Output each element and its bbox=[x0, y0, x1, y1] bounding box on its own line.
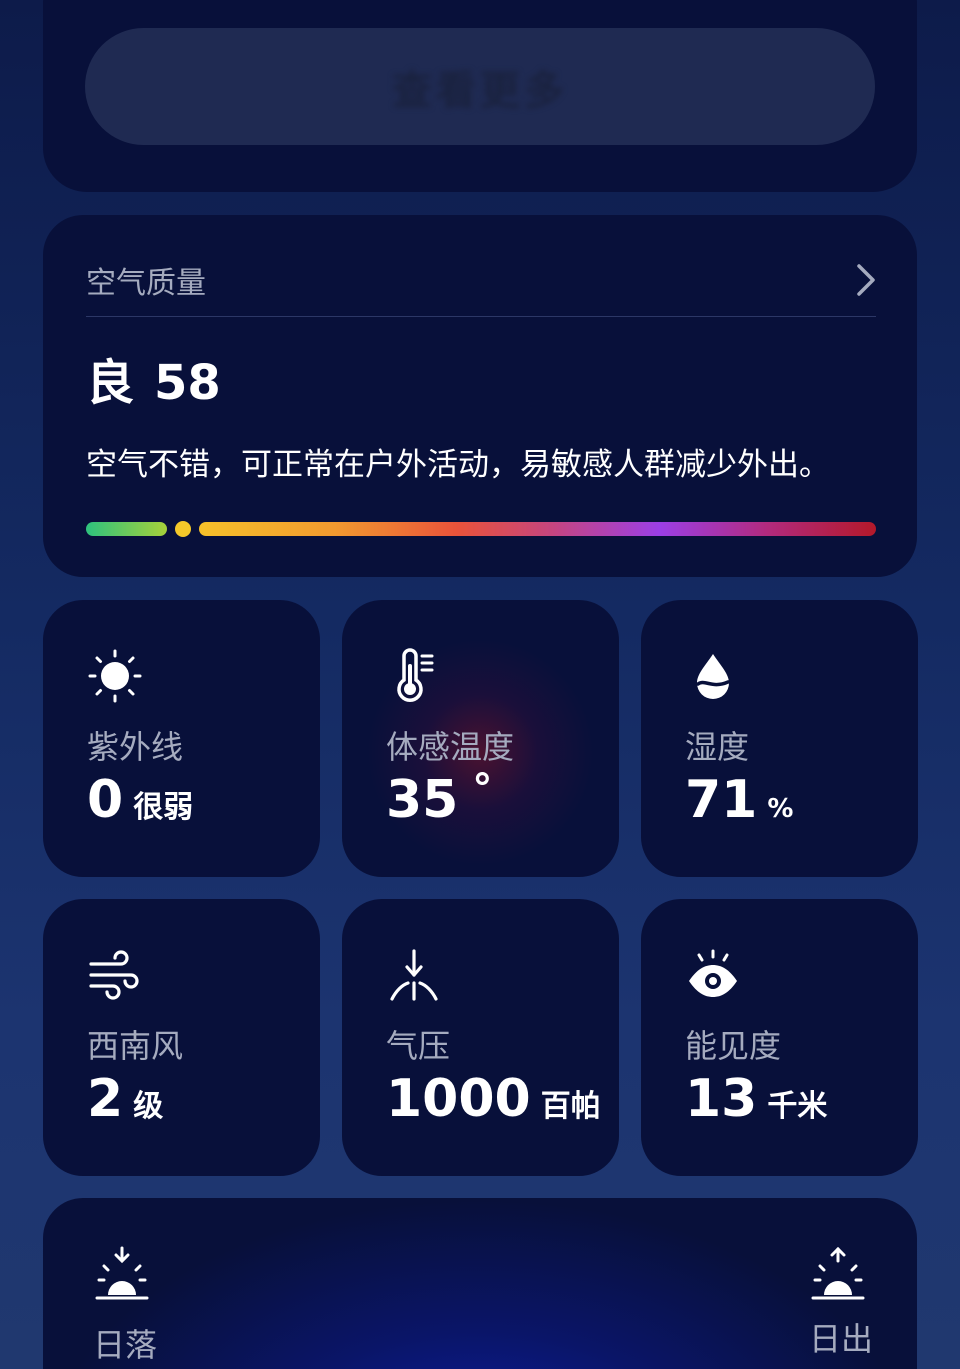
more-button-label: 查看更多 bbox=[392, 67, 568, 114]
pressure-label: 气压 bbox=[386, 1027, 451, 1065]
pressure-unit: 百帕 bbox=[540, 1089, 601, 1124]
pressure-tile[interactable]: 气压 1000 百帕 bbox=[342, 899, 619, 1176]
wind-value-row: 2 级 bbox=[87, 1069, 163, 1129]
feels-like-value: 35 bbox=[386, 770, 459, 830]
sun-card[interactable]: 日落 日出 bbox=[43, 1198, 917, 1369]
wind-label: 西南风 bbox=[87, 1027, 184, 1065]
air-quality-title: 空气质量 bbox=[86, 265, 206, 301]
visibility-unit: 千米 bbox=[767, 1089, 828, 1124]
air-quality-value: 良 58 bbox=[86, 343, 221, 413]
air-quality-card[interactable]: 空气质量 良 58 空气不错，可正常在户外活动，易敏感人群减少外出。 bbox=[43, 215, 917, 577]
sunset-icon bbox=[95, 1246, 149, 1300]
visibility-tile[interactable]: 能见度 13 千米 bbox=[641, 899, 918, 1176]
eye-icon bbox=[689, 949, 737, 997]
feels-like-value-row: 35 ° bbox=[386, 766, 492, 830]
humidity-tile[interactable]: 湿度 71 % bbox=[641, 600, 918, 877]
air-quality-scale bbox=[86, 521, 876, 537]
air-quality-index: 58 bbox=[154, 355, 221, 411]
uv-tile[interactable]: 紫外线 0 很弱 bbox=[43, 600, 320, 877]
visibility-label: 能见度 bbox=[685, 1027, 782, 1065]
feels-like-tile[interactable]: 体感温度 35 ° bbox=[342, 600, 619, 877]
more-button[interactable]: 查看更多 bbox=[85, 28, 875, 145]
uv-label: 紫外线 bbox=[87, 728, 184, 766]
uv-value-row: 0 很弱 bbox=[87, 770, 193, 830]
humidity-value-row: 71 % bbox=[685, 770, 793, 830]
water-drop-icon bbox=[696, 654, 730, 699]
scale-polluted-segment bbox=[199, 522, 876, 536]
feels-like-unit: ° bbox=[472, 766, 493, 812]
feels-like-label: 体感温度 bbox=[386, 728, 515, 766]
uv-value: 0 bbox=[87, 770, 124, 830]
wind-unit: 级 bbox=[133, 1089, 164, 1124]
humidity-value: 71 bbox=[685, 770, 758, 830]
pressure-icon bbox=[390, 949, 438, 1001]
air-quality-header[interactable]: 空气质量 bbox=[86, 243, 876, 317]
sunrise-icon bbox=[811, 1246, 865, 1300]
thermometer-icon bbox=[397, 648, 434, 702]
weather-details-page: 查看更多 空气质量 良 58 空气不错，可正常在户外活动，易敏感人群减少外出。 bbox=[0, 0, 960, 1369]
pressure-value-row: 1000 百帕 bbox=[386, 1069, 601, 1129]
scale-good-segment bbox=[86, 522, 167, 536]
sun-icon bbox=[88, 649, 142, 703]
scale-current-marker bbox=[175, 521, 191, 537]
wind-tile[interactable]: 西南风 2 级 bbox=[43, 899, 320, 1176]
humidity-label: 湿度 bbox=[685, 728, 750, 766]
sunset-label: 日落 bbox=[93, 1326, 158, 1364]
wind-icon bbox=[89, 950, 139, 1000]
visibility-value-row: 13 千米 bbox=[685, 1069, 827, 1129]
air-quality-level: 良 bbox=[86, 355, 135, 411]
pressure-value: 1000 bbox=[386, 1069, 531, 1129]
visibility-value: 13 bbox=[685, 1069, 758, 1129]
air-quality-description: 空气不错，可正常在户外活动，易敏感人群减少外出。 bbox=[86, 447, 830, 483]
humidity-unit: % bbox=[767, 794, 794, 824]
uv-unit: 很弱 bbox=[133, 790, 194, 825]
wind-value: 2 bbox=[87, 1069, 124, 1129]
top-card: 查看更多 bbox=[43, 0, 917, 192]
sunrise-label: 日出 bbox=[809, 1320, 874, 1358]
chevron-right-icon[interactable] bbox=[856, 263, 876, 297]
